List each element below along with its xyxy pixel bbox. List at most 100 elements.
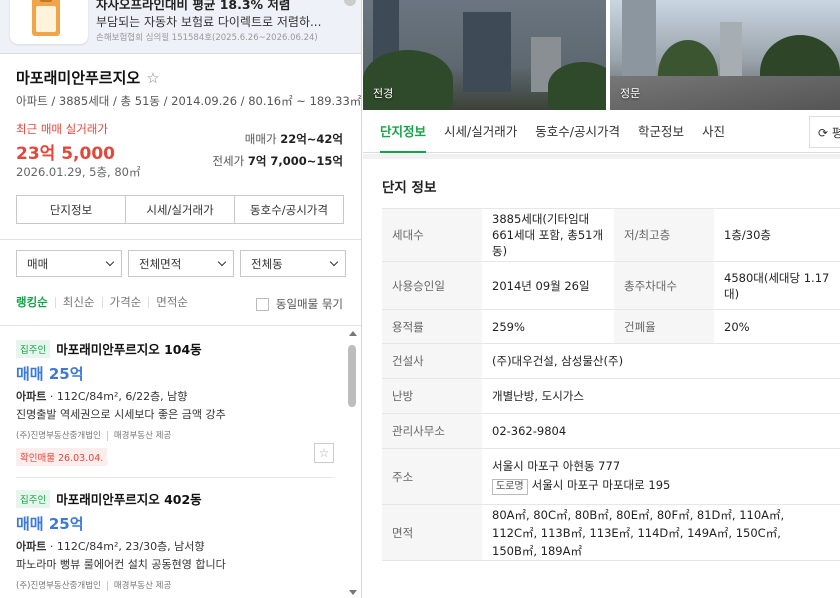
info-value: 259% <box>482 309 614 344</box>
complex-meta: 아파트 / 3885세대 / 총 51동 / 2014.09.26 / 80.1… <box>16 94 362 108</box>
listing-spec: · 112C/84m², 6/22층, 남향 <box>46 390 188 403</box>
complex-info-table: 세대수 3885세대(기타임대 661세대 포함, 총51개동) 저/최고층 1… <box>382 208 840 561</box>
tab-market-price[interactable]: 시세/실거래가 <box>126 196 235 223</box>
info-value: 1층/30층 <box>714 208 840 262</box>
sort-latest[interactable]: 최신순 <box>54 296 102 308</box>
sale-price-range: 매매가 22억~42억 <box>245 131 343 147</box>
address-jibun: 서울시 마포구 아현동 777 <box>492 459 621 473</box>
detail-tabs: 단지정보 시세/실거래가 동호수/공시가격 학군정보 사진 ⟳ 평 <box>363 110 840 153</box>
clipboard-icon <box>32 0 60 36</box>
star-icon[interactable]: ☆ <box>146 69 159 87</box>
listing-header: 집주인 마포래미안푸르지오 104동 <box>16 339 334 358</box>
photo-overview[interactable]: 전경 <box>363 0 606 110</box>
listing-agent: (주)진명부동산중개법인 <box>16 581 101 591</box>
sort-area[interactable]: 면적순 <box>148 296 195 308</box>
info-key: 건폐율 <box>614 309 714 344</box>
info-key: 세대수 <box>382 208 482 262</box>
info-value: 2014년 09월 26일 <box>482 261 614 310</box>
building-select[interactable]: 전체동 <box>240 250 346 277</box>
sort-ranking[interactable]: 랭킹순 <box>16 296 55 308</box>
sort-price[interactable]: 가격순 <box>101 296 149 308</box>
same-listing-label: 동일매물 묶기 <box>275 297 343 311</box>
tree-shape <box>363 50 453 110</box>
tab-unit-price[interactable]: 동호수/공시가격 <box>235 196 343 223</box>
tab-photos[interactable]: 사진 <box>702 110 725 153</box>
scroll-up-arrow-icon[interactable] <box>349 331 357 336</box>
trade-type-select[interactable]: 매매 <box>16 250 122 277</box>
area-select[interactable]: 전체면적 <box>128 250 234 277</box>
info-row: 관리사무소 02-362-9804 <box>382 413 840 449</box>
owner-badge: 집주인 <box>16 489 51 508</box>
info-key: 난방 <box>382 378 482 414</box>
save-star-icon[interactable]: ☆ <box>314 443 334 463</box>
info-value: 80A㎡, 80C㎡, 80B㎡, 80E㎡, 80F㎡, 81D㎡, 110A… <box>482 504 840 561</box>
jeonse-price-range: 전세가 7억 7,000~15억 <box>212 153 343 169</box>
listing-provider: 매경부동산 제공 <box>106 581 172 591</box>
listing-note: 파노라마 뻥뷰 룰에어컨 설치 공동현영 합니다 <box>16 558 226 571</box>
recent-trade-date: 2026.01.29, 5층, 80㎡ <box>16 165 141 179</box>
confirmed-badge: 확인매물 26.03.04. <box>16 448 108 466</box>
chevron-down-icon <box>217 257 227 267</box>
photo-strip: 전경 정문 <box>363 0 840 110</box>
complex-detail-panel: 전경 정문 단지정보 시세/실거래가 동호수/공시가격 학군정보 사진 ⟳ 평 … <box>363 0 840 598</box>
info-key: 주소 <box>382 448 482 505</box>
listing-price: 매매 25억 <box>16 365 84 383</box>
road-shape <box>610 76 840 110</box>
address-road: 도로명 서울시 마포구 마포대로 195 <box>492 477 840 495</box>
same-listing-toggle[interactable]: 동일매물 묶기 <box>255 296 343 312</box>
info-row: 세대수 3885세대(기타임대 661세대 포함, 총51개동) 저/최고층 1… <box>382 208 840 262</box>
listing-title: 마포래미안푸르지오 104동 <box>56 342 202 357</box>
sort-options: 랭킹순 최신순 가격순 면적순 <box>16 296 195 308</box>
tab-unit-price[interactable]: 동호수/공시가격 <box>535 110 620 153</box>
sale-price-value: 22억~42억 <box>280 132 343 146</box>
divider <box>0 325 361 326</box>
complex-name: 마포래미안푸르지오 ☆ <box>16 67 160 88</box>
road-name-tag: 도로명 <box>492 479 528 495</box>
listing-note: 진명출발 역세권으로 시세보다 좋은 금액 강추 <box>16 408 226 421</box>
listing-description: 아파트 · 112C/84m², 23/30층, 남서향 <box>16 538 334 554</box>
tab-complex-info[interactable]: 단지정보 <box>17 196 126 223</box>
listing-item[interactable]: 집주인 마포래미안푸르지오 104동 매매 25억 아파트 · 112C/84m… <box>16 339 334 466</box>
scroll-down-arrow-icon[interactable] <box>349 590 357 595</box>
ad-banner[interactable]: 자사오프라인대비 평균 18.3% 저렴 부담되는 자동차 보험료 다이렉트로 … <box>0 0 361 54</box>
listing-type: 아파트 <box>16 390 47 403</box>
trade-type-value: 매매 <box>27 256 49 271</box>
info-key: 면적 <box>382 504 482 561</box>
scroll-thumb[interactable] <box>348 345 356 407</box>
same-listing-checkbox[interactable] <box>255 297 269 311</box>
info-value: (주)대우건설, 삼성물산(주) <box>482 343 840 379</box>
jeonse-price-label: 전세가 <box>212 154 245 168</box>
tab-market-price[interactable]: 시세/실거래가 <box>444 110 517 153</box>
listing-source: (주)진명부동산중개법인 매경부동산 제공 <box>16 579 334 591</box>
listing-price: 매매 25억 <box>16 515 84 533</box>
clipboard-clip <box>40 0 52 2</box>
info-row: 면적 80A㎡, 80C㎡, 80B㎡, 80E㎡, 80F㎡, 81D㎡, 1… <box>382 504 840 561</box>
listing-title: 마포래미안푸르지오 402동 <box>56 492 202 507</box>
info-key: 저/최고층 <box>614 208 714 262</box>
jeonse-price-value: 7억 7,000~15억 <box>247 154 343 168</box>
listing-scrollbar[interactable] <box>346 328 358 598</box>
ad-close-icon[interactable] <box>344 0 356 6</box>
filter-bar: 매매 전체면적 전체동 <box>16 250 346 277</box>
info-value: 02-362-9804 <box>482 413 840 449</box>
listing-item[interactable]: 집주인 마포래미안푸르지오 402동 매매 25억 아파트 · 112C/84m… <box>16 489 334 591</box>
info-key: 총주차대수 <box>614 261 714 310</box>
owner-badge: 집주인 <box>16 339 51 358</box>
sale-price-label: 매매가 <box>244 132 277 146</box>
info-row: 사용승인일 2014년 09월 26일 총주차대수 4580대(세대당 1.17… <box>382 261 840 310</box>
compare-button[interactable]: ⟳ 평 <box>809 116 840 148</box>
listing-spec: · 112C/84m², 23/30층, 남서향 <box>46 540 205 553</box>
info-row: 건설사 (주)대우건설, 삼성물산(주) <box>382 343 840 379</box>
complex-name-text: 마포래미안푸르지오 <box>16 69 141 87</box>
road-address: 서울시 마포구 마포대로 195 <box>531 478 671 492</box>
listing-type: 아파트 <box>16 540 47 553</box>
tab-complex-info[interactable]: 단지정보 <box>380 110 427 153</box>
photo-label: 전경 <box>373 87 394 100</box>
building-value: 전체동 <box>251 256 283 271</box>
listing-provider: 매경부동산 제공 <box>106 431 172 441</box>
listing-header: 집주인 마포래미안푸르지오 402동 <box>16 489 334 508</box>
ad-subtitle: 부담되는 자동차 보험료 다이렉트로 저렴하... <box>96 15 322 29</box>
info-key: 관리사무소 <box>382 413 482 449</box>
tab-school-info[interactable]: 학군정보 <box>638 110 684 153</box>
photo-gate[interactable]: 정문 <box>610 0 840 110</box>
